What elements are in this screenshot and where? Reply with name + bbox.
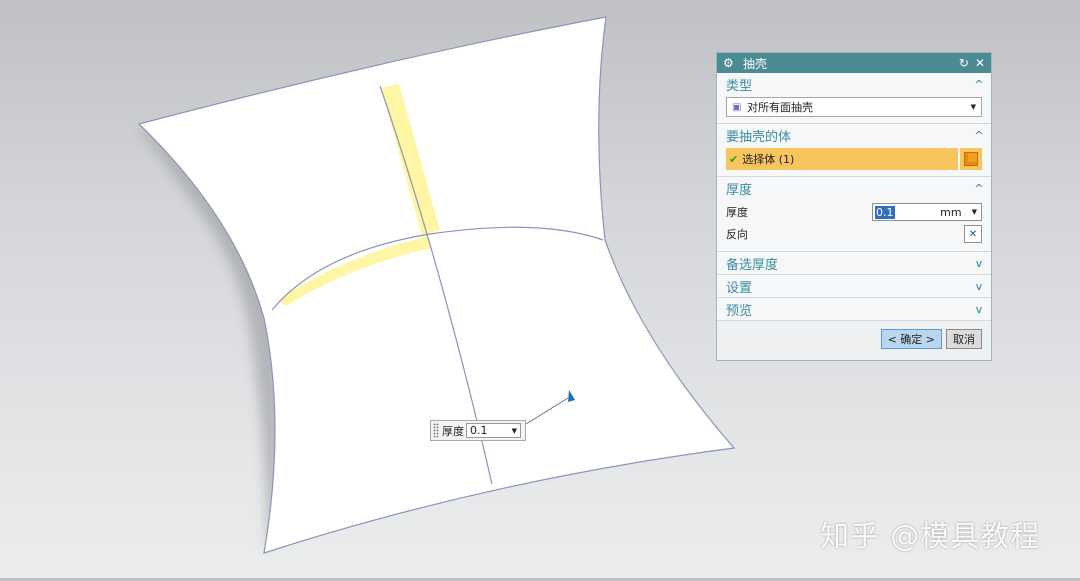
checkmark-icon: ✔ xyxy=(729,152,739,166)
select-body-row[interactable]: ✔ 选择体 (1) xyxy=(726,148,958,170)
cancel-button[interactable]: 取消 xyxy=(946,329,982,349)
shell-dialog: ⚙ 抽壳 ↻ ✕ 类型 ^ ▣ 对所有面抽壳 ▼ 要抽壳的体 ^ ✔ 选择体 (… xyxy=(716,52,992,361)
thickness-unit: mm xyxy=(940,205,962,219)
section-thickness-header[interactable]: 厚度 ^ xyxy=(717,177,991,199)
hud-dropdown-arrow-icon[interactable]: ▼ xyxy=(512,427,517,435)
dialog-title-bar[interactable]: ⚙ 抽壳 ↻ ✕ xyxy=(717,53,991,73)
shell-type-select[interactable]: ▣ 对所有面抽壳 ▼ xyxy=(726,97,982,117)
section-alt-thickness-header[interactable]: 备选厚度 v xyxy=(717,252,991,274)
reset-icon[interactable]: ↻ xyxy=(959,56,969,70)
thickness-input[interactable]: 0.1 mm ▼ xyxy=(872,203,982,221)
section-settings-title: 设置 xyxy=(726,280,753,296)
section-type-title: 类型 xyxy=(726,78,753,94)
section-type: 类型 ^ ▣ 对所有面抽壳 ▼ xyxy=(717,73,991,124)
reverse-direction-icon: ✕ xyxy=(968,228,978,240)
cube-icon: ▣ xyxy=(732,101,742,113)
hud-thickness-label: 厚度 xyxy=(442,424,464,438)
chevron-up-icon[interactable]: ^ xyxy=(973,182,985,195)
shell-type-value: 对所有面抽壳 xyxy=(747,101,813,114)
section-type-header[interactable]: 类型 ^ xyxy=(717,73,991,95)
close-icon[interactable]: ✕ xyxy=(975,56,985,70)
sheet-surface xyxy=(137,16,736,554)
section-body-title: 要抽壳的体 xyxy=(726,129,792,145)
chevron-up-icon[interactable]: ^ xyxy=(973,129,985,142)
hud-thickness-value: 0.1 xyxy=(470,424,488,437)
section-thickness: 厚度 ^ 厚度 0.1 mm ▼ 反向 ✕ xyxy=(717,177,991,252)
section-body: 要抽壳的体 ^ ✔ 选择体 (1) xyxy=(717,124,991,177)
section-thickness-title: 厚度 xyxy=(726,182,753,198)
reverse-direction-button[interactable]: ✕ xyxy=(964,225,982,243)
chevron-down-icon[interactable]: ▼ xyxy=(972,208,977,216)
dialog-title: 抽壳 xyxy=(743,56,768,71)
section-settings-header[interactable]: 设置 v xyxy=(717,275,991,297)
onscreen-thickness-input[interactable]: 厚度 0.1 ▼ xyxy=(430,420,526,441)
thickness-value: 0.1 xyxy=(875,205,895,219)
select-body-button[interactable] xyxy=(960,148,982,170)
section-preview: 预览 v xyxy=(717,298,991,321)
dialog-footer: < 确定 > 取消 xyxy=(717,321,991,349)
chevron-down-icon[interactable]: v xyxy=(973,303,985,316)
ok-button[interactable]: < 确定 > xyxy=(880,329,942,349)
section-alt-thickness: 备选厚度 v xyxy=(717,252,991,275)
chevron-down-icon[interactable]: v xyxy=(973,257,985,270)
chevron-down-icon[interactable]: v xyxy=(973,280,985,293)
section-body-header[interactable]: 要抽壳的体 ^ xyxy=(717,124,991,146)
section-alt-thickness-title: 备选厚度 xyxy=(726,257,779,273)
thickness-label: 厚度 xyxy=(726,206,748,219)
section-preview-title: 预览 xyxy=(726,303,753,319)
watermark: 知乎 @模具教程 xyxy=(820,519,1041,553)
gear-icon: ⚙ xyxy=(723,56,734,70)
hud-grip-handle[interactable] xyxy=(433,423,439,438)
reverse-label: 反向 xyxy=(726,228,748,241)
section-preview-header[interactable]: 预览 v xyxy=(717,298,991,320)
solid-body-icon xyxy=(964,152,978,166)
chevron-down-icon[interactable]: ▼ xyxy=(971,103,976,111)
hud-thickness-field[interactable]: 0.1 ▼ xyxy=(466,423,521,438)
select-body-label: 选择体 (1) xyxy=(742,153,795,166)
section-settings: 设置 v xyxy=(717,275,991,298)
chevron-up-icon[interactable]: ^ xyxy=(973,78,985,91)
